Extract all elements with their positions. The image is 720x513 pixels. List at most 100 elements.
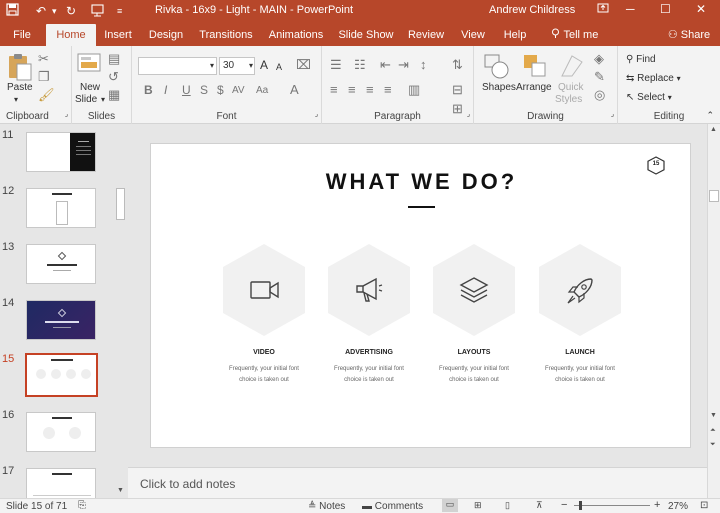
zoom-in-icon[interactable]: +	[654, 499, 660, 511]
tab-transitions[interactable]: Transitions	[198, 22, 254, 46]
paste-label[interactable]: Paste	[7, 82, 33, 94]
shapes-label[interactable]: Shapes	[482, 82, 516, 94]
format-painter-icon[interactable]: 🖌	[38, 88, 55, 102]
slide-thumbnail-15[interactable]	[25, 353, 98, 397]
editor-scrollbar-thumb[interactable]	[709, 190, 719, 202]
comments-button[interactable]: ▬ Comments	[362, 501, 423, 512]
new-slide-button[interactable]	[77, 52, 101, 74]
thumbnail-scrollbar[interactable]: ▼	[115, 128, 126, 496]
tab-animations[interactable]: Animations	[267, 22, 325, 46]
align-text-icon[interactable]: ⊟	[452, 83, 463, 97]
close-icon[interactable]: ✕	[696, 2, 706, 16]
paste-button[interactable]	[6, 52, 32, 86]
ribbon-display-options-icon[interactable]	[597, 2, 609, 17]
scroll-up-icon[interactable]: ▲	[710, 126, 717, 133]
thumbnail-scrollbar-thumb[interactable]	[116, 188, 125, 220]
slide-thumbnail-16[interactable]	[26, 412, 96, 452]
new-slide-label-1[interactable]: New	[80, 82, 100, 94]
align-center-icon[interactable]: ≡	[348, 83, 356, 97]
slide-sorter-icon[interactable]: ⊞	[474, 500, 482, 511]
next-slide-icon[interactable]: ⏷	[710, 441, 716, 449]
shape-fill-icon[interactable]: ◈	[594, 52, 604, 66]
find-button[interactable]: ⚲ Find	[626, 54, 656, 66]
zoom-slider[interactable]	[574, 505, 650, 506]
decrease-indent-icon[interactable]: ⇤	[380, 58, 391, 72]
paste-dropdown-icon[interactable]: ▾	[14, 94, 18, 106]
quick-styles-button[interactable]	[558, 52, 586, 82]
layout-icon[interactable]: ▤	[108, 52, 120, 66]
bold-button[interactable]: B	[144, 84, 153, 96]
user-name[interactable]: Andrew Childress	[489, 4, 575, 16]
fit-to-window-icon[interactable]: ⊡	[700, 500, 708, 511]
normal-view-icon[interactable]: ▭	[442, 499, 458, 512]
scroll-down-icon[interactable]: ▼	[710, 412, 717, 419]
spell-check-icon[interactable]: ⎘	[78, 500, 86, 511]
shape-effects-icon[interactable]: ◎	[594, 88, 605, 102]
previous-slide-icon[interactable]: ⏶	[710, 427, 716, 435]
columns-icon[interactable]: ▥	[408, 83, 420, 97]
drawing-launcher-icon[interactable]: ⌟	[611, 109, 614, 121]
reset-icon[interactable]: ↺	[108, 70, 119, 84]
font-launcher-icon[interactable]: ⌟	[315, 109, 318, 121]
arrange-label[interactable]: Arrange	[516, 82, 552, 94]
clear-formatting-icon[interactable]: ⌧	[296, 58, 311, 72]
tab-help[interactable]: Help	[500, 22, 530, 46]
maximize-icon[interactable]: ☐	[660, 2, 671, 16]
font-size-dropdown-icon[interactable]: ▾	[249, 60, 253, 72]
cut-icon[interactable]: ✂	[38, 52, 49, 66]
zoom-out-icon[interactable]: −	[561, 499, 567, 511]
italic-button[interactable]: I	[164, 84, 167, 96]
font-name-dropdown-icon[interactable]: ▾	[210, 60, 214, 72]
align-right-icon[interactable]: ≡	[366, 83, 374, 97]
notes-button[interactable]: ≜ Notes	[308, 501, 345, 512]
numbering-icon[interactable]: ☷	[354, 58, 366, 72]
text-direction-icon[interactable]: ⇅	[452, 58, 463, 72]
tab-view[interactable]: View	[458, 22, 488, 46]
zoom-slider-thumb[interactable]	[578, 501, 582, 510]
slide-thumbnail-14[interactable]	[26, 300, 96, 340]
collapse-ribbon-icon[interactable]: ⌃	[706, 109, 714, 121]
slide-show-icon[interactable]: ⊼	[536, 500, 543, 511]
bullets-icon[interactable]: ☰	[330, 58, 342, 72]
character-spacing-button[interactable]: AV	[232, 85, 245, 97]
replace-button[interactable]: ⇆ Replace ▾	[626, 73, 681, 85]
new-slide-dropdown-icon[interactable]: ▾	[101, 94, 105, 106]
tab-review[interactable]: Review	[406, 22, 446, 46]
tab-design[interactable]: Design	[145, 22, 187, 46]
underline-button[interactable]: U	[182, 84, 191, 96]
align-left-icon[interactable]: ≡	[330, 83, 338, 97]
strikethrough-button[interactable]: $	[217, 84, 224, 96]
select-button[interactable]: ↖ Select ▾	[626, 92, 672, 104]
tab-insert[interactable]: Insert	[100, 22, 136, 46]
tab-file[interactable]: File	[6, 22, 38, 46]
decrease-font-icon[interactable]: A	[276, 61, 282, 73]
change-case-button[interactable]: Aa	[256, 85, 268, 97]
font-name-box[interactable]	[138, 57, 217, 75]
increase-indent-icon[interactable]: ⇥	[398, 58, 409, 72]
tab-home[interactable]: Home	[46, 24, 96, 46]
section-icon[interactable]: ▦	[108, 88, 120, 102]
tell-me-search[interactable]: Tell me	[545, 22, 603, 46]
copy-icon[interactable]: ❐	[38, 70, 50, 84]
line-spacing-icon[interactable]: ↕	[420, 58, 427, 72]
share-button[interactable]: ⚇ Share	[664, 22, 714, 46]
arrange-button[interactable]	[521, 52, 549, 82]
notes-pane[interactable]: Click to add notes	[128, 467, 707, 498]
slide-thumbnail-11[interactable]	[26, 132, 96, 172]
minimize-icon[interactable]: ─	[626, 2, 635, 16]
notes-placeholder[interactable]: Click to add notes	[140, 477, 235, 491]
increase-font-icon[interactable]: A	[260, 59, 268, 71]
reading-view-icon[interactable]: ▯	[505, 500, 510, 511]
quick-styles-label-2[interactable]: Styles	[555, 94, 582, 106]
shape-outline-icon[interactable]: ✎	[594, 70, 605, 84]
new-slide-label-2[interactable]: Slide	[75, 94, 97, 106]
editor-scrollbar[interactable]: ▲ ▼ ⏶ ⏷	[707, 124, 720, 498]
zoom-level[interactable]: 27%	[668, 501, 688, 512]
slide-thumbnail-12[interactable]	[26, 188, 96, 228]
paragraph-launcher-icon[interactable]: ⌟	[467, 109, 470, 121]
current-slide[interactable]: 15 WHAT WE DO? VIDEO Frequently, your in…	[150, 143, 691, 448]
text-shadow-button[interactable]: S	[200, 84, 208, 96]
shapes-button[interactable]	[483, 52, 511, 82]
slide-title[interactable]: WHAT WE DO?	[151, 169, 692, 195]
scroll-down-icon[interactable]: ▼	[117, 487, 124, 494]
